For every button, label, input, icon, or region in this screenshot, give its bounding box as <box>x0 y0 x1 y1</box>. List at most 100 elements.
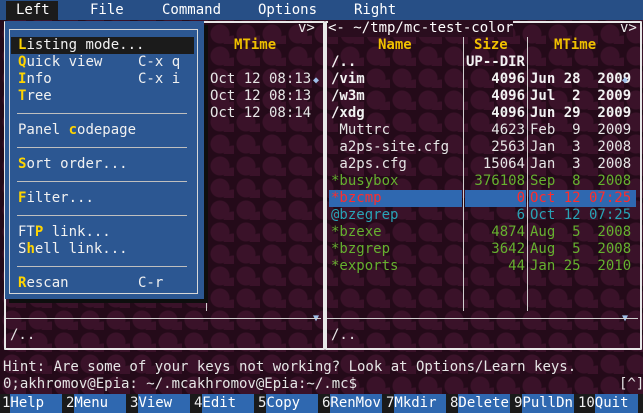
file-mtime: Jun 28 2009 <box>530 71 632 87</box>
right-panel-status: /.. <box>331 327 357 343</box>
menu-options[interactable]: Options <box>258 2 317 19</box>
file-mtime: Jan 3 2008 <box>530 156 632 172</box>
file-mtime: Aug 5 2008 <box>530 224 632 240</box>
file-size: 4096 <box>491 71 525 87</box>
file-name[interactable]: a2ps-site.cfg <box>331 139 449 156</box>
dropdown-item[interactable]: Shell link... <box>18 241 128 258</box>
fkey-number: 5 <box>258 395 267 411</box>
dropdown-item[interactable]: Rescan <box>18 275 69 292</box>
dropdown-item[interactable]: Listing mode... <box>18 37 144 54</box>
right-panel-divider <box>327 318 638 319</box>
file-name[interactable]: *busybox <box>331 173 398 190</box>
dropdown-item-text: escan <box>26 275 69 291</box>
right-header-size[interactable]: Size <box>474 37 508 54</box>
file-mtime: Sep 8 2008 <box>530 173 632 189</box>
dropdown-item-text: isting mode... <box>26 37 145 53</box>
file-name[interactable]: *bzexe <box>331 224 382 241</box>
file-name[interactable]: @bzegrep <box>331 207 398 224</box>
dropdown-item[interactable]: Filter... <box>18 190 94 207</box>
file-name[interactable]: /xdg <box>331 105 365 122</box>
file-name[interactable]: *bzcmp <box>331 190 382 207</box>
dropdown-item-text: ilter... <box>26 190 94 206</box>
dropdown-shortcut: C-x i <box>138 71 181 87</box>
right-header-name[interactable]: Name <box>378 37 412 54</box>
file-name[interactable]: *bzgrep <box>331 241 390 258</box>
fkey-help-button[interactable]: Help <box>10 394 62 413</box>
file-size: 15064 <box>482 156 525 172</box>
file-size: UP--DIR <box>465 54 525 70</box>
left-panel-status: /.. <box>10 327 36 343</box>
dropdown-separator <box>17 215 187 216</box>
fkey-delete-button[interactable]: Delete <box>458 394 510 413</box>
left-row-mtime: Oct 12 08:14 <box>210 105 312 121</box>
right-scroll-indicator[interactable]: ◆ <box>622 72 628 89</box>
file-mtime: Jun 29 2009 <box>530 105 632 121</box>
right-panel-path[interactable]: <- ~/tmp/mc-test-color <box>328 20 514 37</box>
fkey-mkdir-button[interactable]: Mkdir <box>394 394 446 413</box>
right-column-separator <box>527 37 528 311</box>
left-panel-sort-indicator[interactable]: v> <box>298 20 315 37</box>
file-name[interactable]: /.. <box>331 54 356 71</box>
file-name[interactable]: Muttrc <box>331 122 390 139</box>
dropdown-item[interactable]: Tree <box>18 88 52 105</box>
fkey-copy-button[interactable]: Copy <box>266 394 318 413</box>
menu-file[interactable]: File <box>90 2 124 19</box>
file-mtime: Aug 5 2008 <box>530 241 632 257</box>
dropdown-shortcut: C-x q <box>138 54 181 70</box>
file-mtime: Jan 3 2008 <box>530 139 632 155</box>
hint-line: Hint: Are some of your keys not working?… <box>3 359 577 375</box>
fkey-menu-button[interactable]: Menu <box>74 394 126 413</box>
left-row-mtime: Oct 12 08:13 <box>210 71 312 87</box>
left-panel-divider <box>6 318 321 319</box>
dropdown-item[interactable]: Info <box>18 71 52 88</box>
dropdown-item-text: ort order... <box>26 156 128 172</box>
file-name[interactable]: /vim <box>331 71 365 88</box>
prompt-history-button[interactable]: [^] <box>619 376 643 393</box>
menu-command[interactable]: Command <box>162 2 221 19</box>
menu-right[interactable]: Right <box>354 2 396 19</box>
fkey-edit-button[interactable]: Edit <box>202 394 254 413</box>
file-size: 3642 <box>491 241 525 257</box>
right-header-mtime[interactable]: MTime <box>554 37 596 54</box>
right-panel-sort-indicator[interactable]: v> <box>620 20 637 37</box>
dropdown-item-text: nfo <box>26 71 52 87</box>
fkey-renmov-button[interactable]: RenMov <box>330 394 382 413</box>
fkey-number: 1 <box>2 395 11 411</box>
fkey-number: 2 <box>66 395 75 411</box>
dropdown-item-text: Panel <box>18 122 69 138</box>
dropdown-item-text: ree <box>26 88 52 104</box>
dropdown-separator <box>17 147 187 148</box>
dropdown-item-text: FT <box>18 224 35 240</box>
fkey-quit-button[interactable]: Quit <box>594 394 638 413</box>
dropdown-item[interactable]: Sort order... <box>18 156 128 173</box>
menu-left[interactable]: Left <box>16 2 50 19</box>
dropdown-item[interactable]: Quick view <box>18 54 102 71</box>
file-size: 44 <box>508 258 525 274</box>
fkey-pulldn-button[interactable]: PullDn <box>522 394 574 413</box>
fkey-number: 3 <box>130 395 139 411</box>
fkey-number: 10 <box>578 395 595 411</box>
left-column-separator <box>206 37 207 311</box>
right-column-separator <box>463 37 464 311</box>
dropdown-hotkey: c <box>68 122 78 138</box>
file-size: 376108 <box>474 173 525 189</box>
left-scroll-indicator[interactable]: ◆ <box>313 72 319 89</box>
fkey-number: 7 <box>386 395 395 411</box>
file-name[interactable]: /w3m <box>331 88 365 105</box>
file-size: 6 <box>516 207 525 223</box>
file-size: 4096 <box>491 88 525 104</box>
dropdown-item-text: odepage <box>77 122 137 138</box>
dropdown-item[interactable]: Panel codepage <box>18 122 136 139</box>
dropdown-item-text: link... <box>43 224 111 240</box>
dropdown-separator <box>17 113 187 114</box>
dropdown-item[interactable]: FTP link... <box>18 224 111 241</box>
left-row-mtime: Oct 12 08:13 <box>210 88 312 104</box>
file-mtime: Jan 25 2010 <box>530 258 632 274</box>
fkey-view-button[interactable]: View <box>138 394 190 413</box>
file-name[interactable]: *exports <box>331 258 398 275</box>
file-name[interactable]: a2ps.cfg <box>331 156 406 173</box>
command-prompt[interactable]: 0;akhromov@Epia: ~/.mcakhromov@Epia:~/.m… <box>3 376 357 393</box>
left-header-mtime[interactable]: MTime <box>234 37 276 54</box>
file-size: 0 <box>516 190 525 206</box>
file-mtime: Oct 12 07:25 <box>530 190 632 206</box>
